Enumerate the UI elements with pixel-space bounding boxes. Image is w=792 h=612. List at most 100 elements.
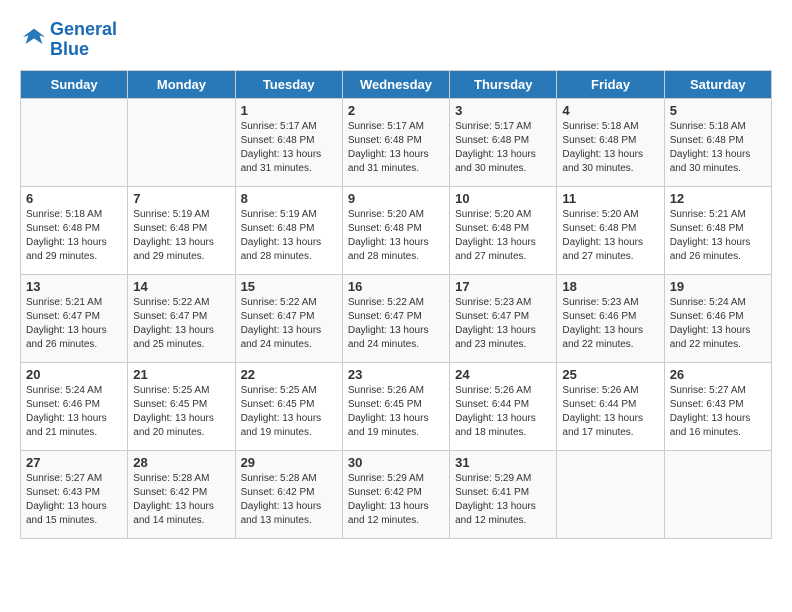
calendar-cell: 17 Sunrise: 5:23 AM Sunset: 6:47 PM Dayli… xyxy=(450,274,557,362)
logo-icon xyxy=(20,23,48,51)
day-info: Sunrise: 5:20 AM Sunset: 6:48 PM Dayligh… xyxy=(348,208,444,264)
day-info: Sunrise: 5:27 AM Sunset: 6:43 PM Dayligh… xyxy=(670,384,766,440)
calendar-cell xyxy=(128,98,235,186)
day-info: Sunrise: 5:26 AM Sunset: 6:44 PM Dayligh… xyxy=(455,384,551,440)
day-info: Sunrise: 5:23 AM Sunset: 6:47 PM Dayligh… xyxy=(455,296,551,352)
day-number: 25 xyxy=(562,367,658,382)
calendar-cell: 9 Sunrise: 5:20 AM Sunset: 6:48 PM Daylig… xyxy=(342,186,449,274)
week-row-2: 6 Sunrise: 5:18 AM Sunset: 6:48 PM Daylig… xyxy=(21,186,772,274)
day-info: Sunrise: 5:28 AM Sunset: 6:42 PM Dayligh… xyxy=(133,472,229,528)
calendar-cell xyxy=(557,450,664,538)
day-info: Sunrise: 5:19 AM Sunset: 6:48 PM Dayligh… xyxy=(241,208,337,264)
logo: GeneralBlue xyxy=(20,20,117,60)
day-number: 27 xyxy=(26,455,122,470)
calendar-cell: 3 Sunrise: 5:17 AM Sunset: 6:48 PM Daylig… xyxy=(450,98,557,186)
calendar-cell: 4Sunrise: 5:18 AM Sunset: 6:48 PM Daylig… xyxy=(557,98,664,186)
day-info: Sunrise: 5:26 AM Sunset: 6:44 PM Dayligh… xyxy=(562,384,658,440)
day-info: Sunrise: 5:17 AM Sunset: 6:48 PM Dayligh… xyxy=(348,120,444,176)
calendar-cell: 30 Sunrise: 5:29 AM Sunset: 6:42 PM Dayli… xyxy=(342,450,449,538)
calendar-cell: 27 Sunrise: 5:27 AM Sunset: 6:43 PM Dayli… xyxy=(21,450,128,538)
page-header: GeneralBlue xyxy=(20,20,772,60)
calendar-cell: 13 Sunrise: 5:21 AM Sunset: 6:47 PM Dayli… xyxy=(21,274,128,362)
calendar-cell: 12Sunrise: 5:21 AM Sunset: 6:48 PM Dayli… xyxy=(664,186,771,274)
day-number: 16 xyxy=(348,279,444,294)
calendar-cell: 5 Sunrise: 5:18 AM Sunset: 6:48 PM Daylig… xyxy=(664,98,771,186)
day-number: 20 xyxy=(26,367,122,382)
calendar-cell: 23 Sunrise: 5:26 AM Sunset: 6:45 PM Dayli… xyxy=(342,362,449,450)
calendar-cell: 20 Sunrise: 5:24 AM Sunset: 6:46 PM Dayli… xyxy=(21,362,128,450)
day-header-wednesday: Wednesday xyxy=(342,70,449,98)
day-number: 8 xyxy=(241,191,337,206)
calendar-cell: 1 Sunrise: 5:17 AM Sunset: 6:48 PM Daylig… xyxy=(235,98,342,186)
calendar-cell: 8 Sunrise: 5:19 AM Sunset: 6:48 PM Daylig… xyxy=(235,186,342,274)
day-info: Sunrise: 5:29 AM Sunset: 6:42 PM Dayligh… xyxy=(348,472,444,528)
day-info: Sunrise: 5:26 AM Sunset: 6:45 PM Dayligh… xyxy=(348,384,444,440)
day-number: 28 xyxy=(133,455,229,470)
logo-text: GeneralBlue xyxy=(50,20,117,60)
day-number: 13 xyxy=(26,279,122,294)
day-info: Sunrise: 5:18 AM Sunset: 6:48 PM Dayligh… xyxy=(670,120,766,176)
calendar-cell: 22 Sunrise: 5:25 AM Sunset: 6:45 PM Dayli… xyxy=(235,362,342,450)
day-number: 10 xyxy=(455,191,551,206)
day-info: Sunrise: 5:23 AM Sunset: 6:46 PM Dayligh… xyxy=(562,296,658,352)
day-number: 29 xyxy=(241,455,337,470)
day-number: 31 xyxy=(455,455,551,470)
calendar-cell: 7Sunrise: 5:19 AM Sunset: 6:48 PM Daylig… xyxy=(128,186,235,274)
calendar-cell: 2Sunrise: 5:17 AM Sunset: 6:48 PM Daylig… xyxy=(342,98,449,186)
calendar-cell: 14Sunrise: 5:22 AM Sunset: 6:47 PM Dayli… xyxy=(128,274,235,362)
day-info: Sunrise: 5:21 AM Sunset: 6:47 PM Dayligh… xyxy=(26,296,122,352)
day-info: Sunrise: 5:27 AM Sunset: 6:43 PM Dayligh… xyxy=(26,472,122,528)
day-info: Sunrise: 5:20 AM Sunset: 6:48 PM Dayligh… xyxy=(455,208,551,264)
day-number: 17 xyxy=(455,279,551,294)
day-number: 26 xyxy=(670,367,766,382)
day-number: 11 xyxy=(562,191,658,206)
day-info: Sunrise: 5:22 AM Sunset: 6:47 PM Dayligh… xyxy=(133,296,229,352)
day-number: 6 xyxy=(26,191,122,206)
calendar-cell: 21 Sunrise: 5:25 AM Sunset: 6:45 PM Dayli… xyxy=(128,362,235,450)
calendar-cell: 18Sunrise: 5:23 AM Sunset: 6:46 PM Dayli… xyxy=(557,274,664,362)
day-info: Sunrise: 5:22 AM Sunset: 6:47 PM Dayligh… xyxy=(241,296,337,352)
day-info: Sunrise: 5:24 AM Sunset: 6:46 PM Dayligh… xyxy=(670,296,766,352)
day-number: 5 xyxy=(670,103,766,118)
day-header-friday: Friday xyxy=(557,70,664,98)
day-number: 9 xyxy=(348,191,444,206)
day-info: Sunrise: 5:20 AM Sunset: 6:48 PM Dayligh… xyxy=(562,208,658,264)
day-number: 21 xyxy=(133,367,229,382)
day-info: Sunrise: 5:25 AM Sunset: 6:45 PM Dayligh… xyxy=(241,384,337,440)
day-number: 7 xyxy=(133,191,229,206)
day-number: 12 xyxy=(670,191,766,206)
calendar-cell: 10 Sunrise: 5:20 AM Sunset: 6:48 PM Dayli… xyxy=(450,186,557,274)
day-header-sunday: Sunday xyxy=(21,70,128,98)
week-row-3: 13 Sunrise: 5:21 AM Sunset: 6:47 PM Dayli… xyxy=(21,274,772,362)
day-number: 23 xyxy=(348,367,444,382)
day-info: Sunrise: 5:17 AM Sunset: 6:48 PM Dayligh… xyxy=(241,120,337,176)
day-number: 4 xyxy=(562,103,658,118)
day-info: Sunrise: 5:28 AM Sunset: 6:42 PM Dayligh… xyxy=(241,472,337,528)
calendar-cell: 29 Sunrise: 5:28 AM Sunset: 6:42 PM Dayli… xyxy=(235,450,342,538)
day-info: Sunrise: 5:29 AM Sunset: 6:41 PM Dayligh… xyxy=(455,472,551,528)
day-info: Sunrise: 5:25 AM Sunset: 6:45 PM Dayligh… xyxy=(133,384,229,440)
calendar-cell: 11 Sunrise: 5:20 AM Sunset: 6:48 PM Dayli… xyxy=(557,186,664,274)
day-number: 30 xyxy=(348,455,444,470)
calendar-body: 1 Sunrise: 5:17 AM Sunset: 6:48 PM Daylig… xyxy=(21,98,772,538)
calendar-cell: 25 Sunrise: 5:26 AM Sunset: 6:44 PM Dayli… xyxy=(557,362,664,450)
day-info: Sunrise: 5:24 AM Sunset: 6:46 PM Dayligh… xyxy=(26,384,122,440)
day-header-thursday: Thursday xyxy=(450,70,557,98)
day-info: Sunrise: 5:18 AM Sunset: 6:48 PM Dayligh… xyxy=(26,208,122,264)
calendar-cell: 19 Sunrise: 5:24 AM Sunset: 6:46 PM Dayli… xyxy=(664,274,771,362)
day-number: 15 xyxy=(241,279,337,294)
calendar-header: SundayMondayTuesdayWednesdayThursdayFrid… xyxy=(21,70,772,98)
day-number: 22 xyxy=(241,367,337,382)
day-number: 19 xyxy=(670,279,766,294)
week-row-4: 20 Sunrise: 5:24 AM Sunset: 6:46 PM Dayli… xyxy=(21,362,772,450)
day-info: Sunrise: 5:17 AM Sunset: 6:48 PM Dayligh… xyxy=(455,120,551,176)
day-number: 1 xyxy=(241,103,337,118)
day-number: 3 xyxy=(455,103,551,118)
calendar-table: SundayMondayTuesdayWednesdayThursdayFrid… xyxy=(20,70,772,539)
calendar-cell: 24Sunrise: 5:26 AM Sunset: 6:44 PM Dayli… xyxy=(450,362,557,450)
day-info: Sunrise: 5:22 AM Sunset: 6:47 PM Dayligh… xyxy=(348,296,444,352)
calendar-cell xyxy=(664,450,771,538)
calendar-cell: 31 Sunrise: 5:29 AM Sunset: 6:41 PM Dayli… xyxy=(450,450,557,538)
calendar-cell: 6 Sunrise: 5:18 AM Sunset: 6:48 PM Daylig… xyxy=(21,186,128,274)
calendar-cell: 16 Sunrise: 5:22 AM Sunset: 6:47 PM Dayli… xyxy=(342,274,449,362)
